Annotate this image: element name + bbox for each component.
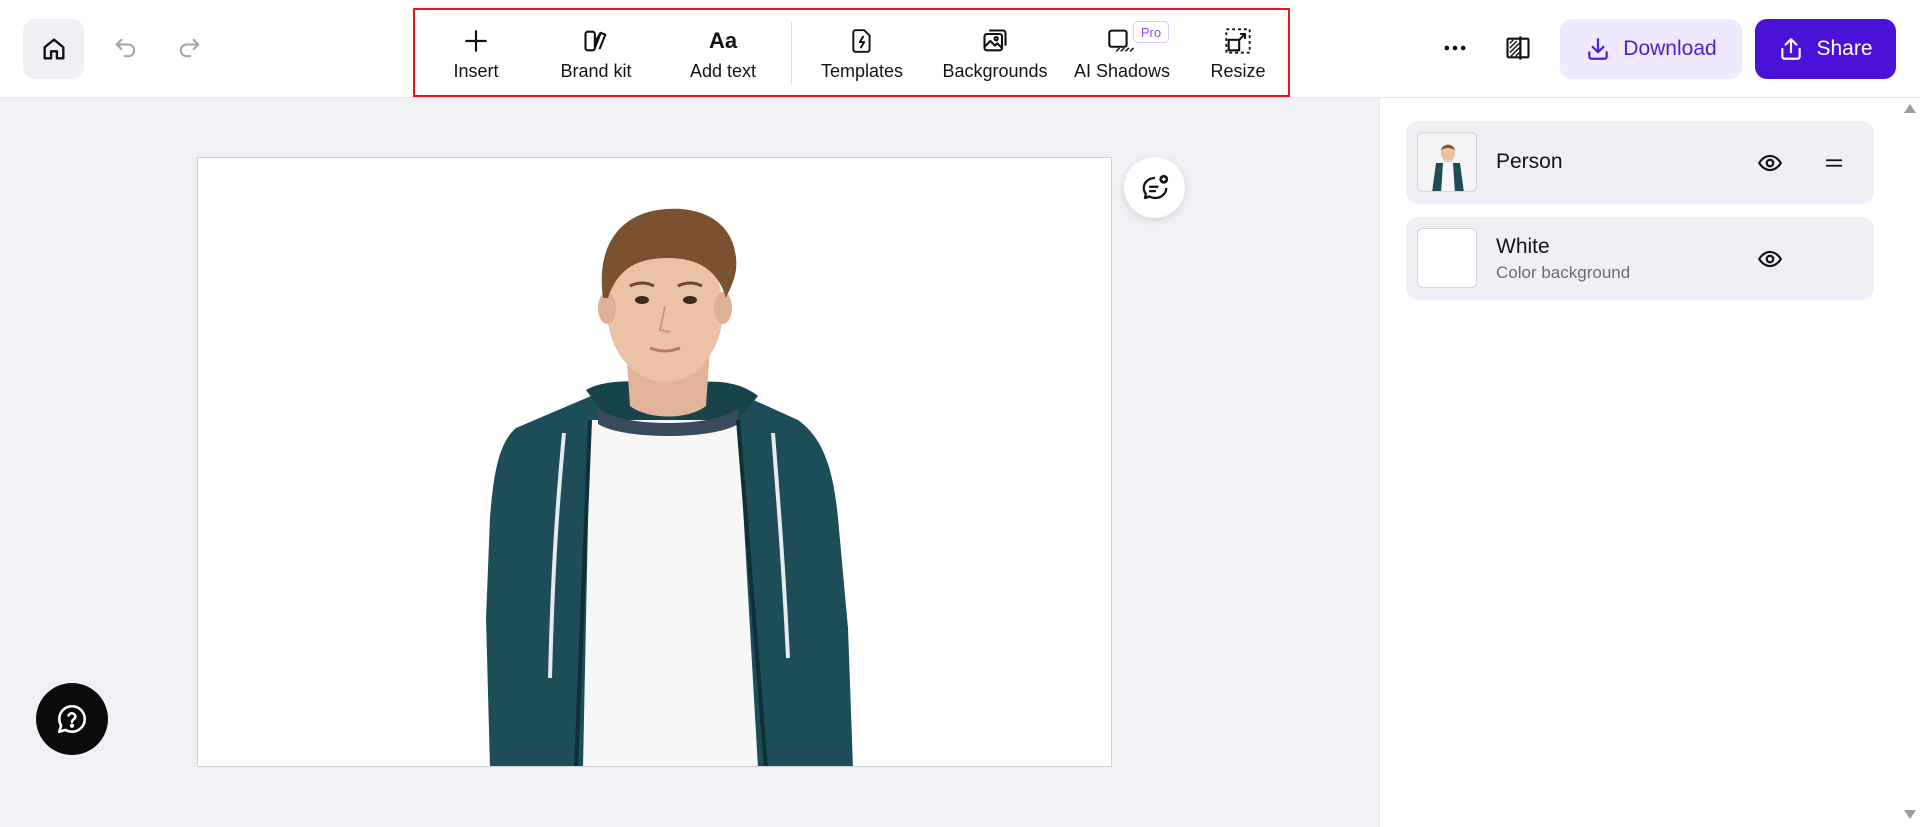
undo-icon bbox=[115, 38, 136, 58]
templates-tool[interactable]: Templates bbox=[811, 10, 913, 95]
toolbar-divider bbox=[791, 22, 792, 84]
eye-icon bbox=[1757, 154, 1783, 172]
text-icon: Aa bbox=[708, 27, 738, 53]
drag-handle[interactable] bbox=[1818, 147, 1850, 179]
download-label: Download bbox=[1623, 37, 1717, 60]
redo-icon bbox=[179, 38, 200, 58]
tool-label: Backgrounds bbox=[942, 60, 1048, 81]
scroll-down-arrow[interactable] bbox=[1904, 810, 1916, 819]
layer-thumbnail-swatch bbox=[1417, 228, 1477, 288]
templates-icon bbox=[847, 26, 877, 56]
brand-kit-tool[interactable]: Brand kit bbox=[543, 10, 649, 95]
backgrounds-tool[interactable]: Backgrounds bbox=[937, 10, 1053, 95]
brand-kit-icon bbox=[581, 26, 611, 56]
tool-label: Templates bbox=[820, 60, 904, 81]
share-button[interactable]: Share bbox=[1755, 19, 1896, 79]
add-comment-button[interactable] bbox=[1124, 157, 1185, 218]
plus-icon bbox=[461, 26, 491, 56]
compare-button[interactable] bbox=[1500, 30, 1536, 66]
redo-button[interactable] bbox=[171, 30, 207, 66]
drag-handle-icon bbox=[1825, 159, 1843, 167]
layers-panel: Person White Color background bbox=[1379, 98, 1920, 827]
home-icon bbox=[43, 38, 64, 60]
undo-button[interactable] bbox=[108, 30, 144, 66]
layer-name: White bbox=[1496, 235, 1550, 258]
layer-item-white[interactable]: White Color background bbox=[1406, 217, 1874, 300]
backgrounds-icon bbox=[980, 26, 1010, 56]
layer-thumbnail bbox=[1417, 132, 1477, 192]
design-canvas[interactable] bbox=[197, 157, 1112, 767]
compare-icon bbox=[1506, 36, 1530, 60]
layer-name: Person bbox=[1496, 150, 1563, 173]
visibility-toggle[interactable] bbox=[1754, 243, 1786, 275]
home-button[interactable] bbox=[23, 19, 84, 79]
eye-icon bbox=[1757, 250, 1783, 268]
help-icon bbox=[57, 704, 87, 734]
panel-scrollbar[interactable] bbox=[1900, 98, 1920, 827]
pro-badge: Pro bbox=[1133, 21, 1169, 43]
download-button[interactable]: Download bbox=[1560, 19, 1742, 79]
more-horizontal-icon bbox=[1444, 45, 1466, 51]
resize-icon bbox=[1223, 26, 1253, 56]
tool-label: Insert bbox=[453, 60, 499, 81]
tool-label: Brand kit bbox=[560, 60, 632, 81]
resize-tool[interactable]: Resize bbox=[1199, 10, 1277, 95]
share-icon bbox=[1781, 38, 1802, 60]
share-label: Share bbox=[1816, 37, 1873, 60]
tool-label: Resize bbox=[1210, 60, 1266, 81]
add-text-tool[interactable]: Aa Add text bbox=[673, 10, 773, 95]
scroll-up-arrow[interactable] bbox=[1904, 104, 1916, 113]
more-options-button[interactable] bbox=[1437, 30, 1473, 66]
top-bar: Insert Brand kit Aa Add text Templates B… bbox=[0, 0, 1920, 98]
tool-label: Add text bbox=[689, 60, 757, 81]
help-button[interactable] bbox=[36, 683, 108, 755]
layer-item-person[interactable]: Person bbox=[1406, 121, 1874, 204]
insert-tool[interactable]: Insert bbox=[433, 10, 519, 95]
person-image[interactable] bbox=[198, 158, 1112, 767]
layer-subtitle: Color background bbox=[1496, 263, 1631, 282]
visibility-toggle[interactable] bbox=[1754, 147, 1786, 179]
comment-add-icon bbox=[1142, 174, 1168, 199]
tool-label: AI Shadows bbox=[1073, 60, 1171, 81]
download-icon bbox=[1588, 38, 1609, 60]
